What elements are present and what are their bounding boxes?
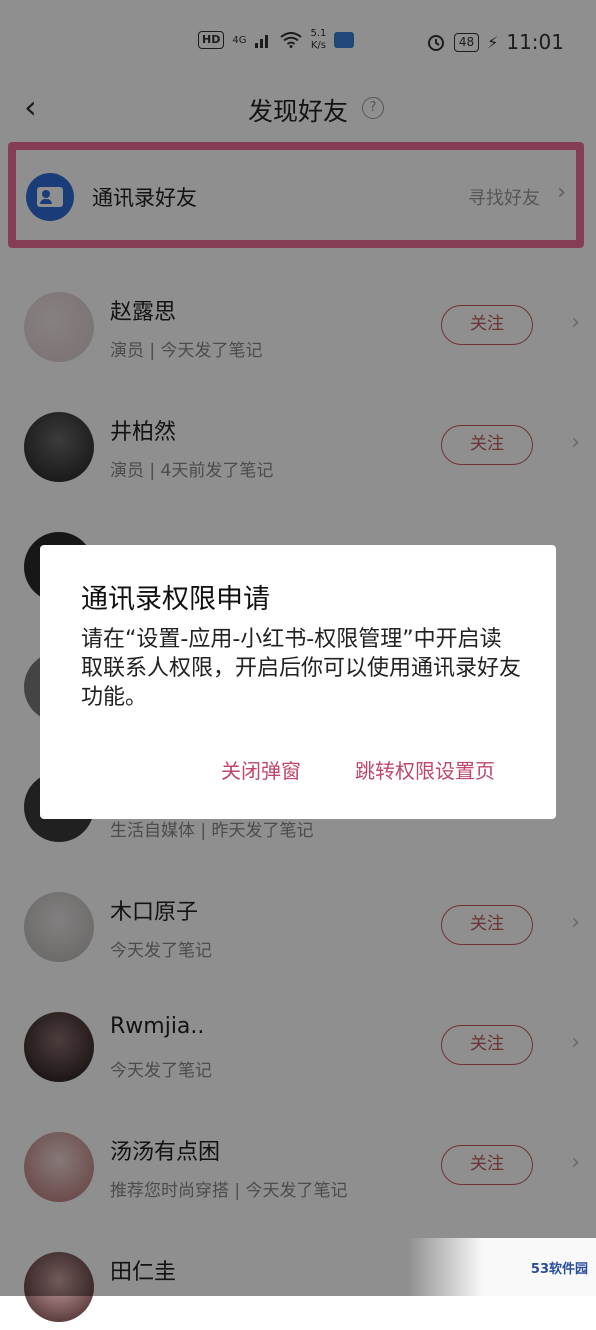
permission-dialog: 通讯录权限申请 请在“设置-应用-小红书-权限管理”中开启读取联系人权限，开启后… xyxy=(40,545,556,819)
watermark: 53软件园 xyxy=(408,1238,596,1296)
discover-friends-page: HD 4G 5.1 K/s 48 ⚡ 11:01 ‹ 发现好友 ? 通讯录好友 … xyxy=(0,0,596,1322)
go-to-settings-button[interactable]: 跳转权限设置页 xyxy=(355,755,495,784)
watermark-text: 53软件园 xyxy=(530,1262,588,1277)
dialog-message: 请在“设置-应用-小红书-权限管理”中开启读取联系人权限，开启后你可以使用通讯录… xyxy=(81,627,522,710)
dialog-title: 通讯录权限申请 xyxy=(81,584,270,615)
close-dialog-button[interactable]: 关闭弹窗 xyxy=(221,755,301,784)
